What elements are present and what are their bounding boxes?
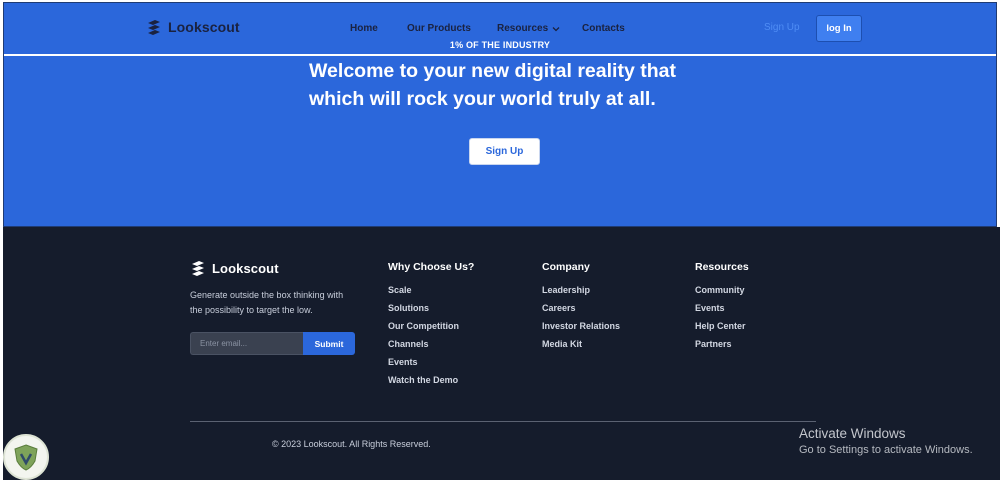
newsletter-form: Submit [190,332,355,355]
nav-our-products[interactable]: Our Products [407,23,471,34]
chevron-down-icon [552,26,560,31]
footer-column-title: Resources [695,261,749,273]
brand-logo[interactable]: Lookscout [146,19,240,35]
hero-signup-button[interactable]: Sign Up [469,138,540,165]
footer-link-events[interactable]: Events [388,357,474,375]
footer-column-why-choose-us: Why Choose Us? Scale Solutions Our Compe… [388,261,474,393]
copyright-text: © 2023 Lookscout. All Rights Reserved. [272,439,431,449]
footer-column-title: Company [542,261,590,273]
lookscout-logo-icon [192,261,204,276]
nav-resources[interactable]: Resources [497,23,560,34]
footer-link-solutions[interactable]: Solutions [388,303,474,321]
shield-badge-icon [3,434,49,480]
footer-link-help-center[interactable]: Help Center [695,321,749,339]
footer-column-company: Company Leadership Careers Investor Rela… [542,261,620,357]
footer-link-events[interactable]: Events [695,303,749,321]
footer-link-careers[interactable]: Careers [542,303,620,321]
footer-brand-logo[interactable]: Lookscout [190,260,279,276]
email-input[interactable] [190,332,303,355]
footer-link-watch-the-demo[interactable]: Watch the Demo [388,375,474,393]
hero-title: Welcome to your new digital reality that… [309,57,729,113]
footer-link-media-kit[interactable]: Media Kit [542,339,620,357]
shield-icon [14,444,38,471]
hero-title-line-2: which will rock your world truly at all. [309,88,656,110]
activate-windows-subtitle: Go to Settings to activate Windows. [799,444,973,456]
footer-link-scale[interactable]: Scale [388,285,474,303]
nav-signup-link[interactable]: Sign Up [764,22,800,33]
footer: Lookscout Generate outside the box think… [3,227,1000,480]
footer-link-partners[interactable]: Partners [695,339,749,357]
submit-button[interactable]: Submit [303,332,355,355]
footer-description-line-1: Generate outside the box thinking with [190,290,344,300]
nav-contacts[interactable]: Contacts [582,23,625,34]
activate-windows-title: Activate Windows [799,426,906,441]
nav-resources-label: Resources [497,23,549,34]
footer-description-line-2: the possibility to target the low. [190,305,313,315]
footer-column-title: Why Choose Us? [388,261,475,273]
footer-divider [190,421,816,422]
hero-title-line-1: Welcome to your new digital reality that [309,60,676,82]
footer-link-leadership[interactable]: Leadership [542,285,620,303]
login-button[interactable]: log In [816,15,862,42]
navbar: Lookscout Home Our Products Resources Co… [4,3,996,56]
footer-column-resources: Resources Community Events Help Center P… [695,261,749,357]
hero-section: Lookscout Home Our Products Resources Co… [3,2,997,227]
nav-home[interactable]: Home [350,23,378,34]
footer-link-channels[interactable]: Channels [388,339,474,357]
tagline: 1% OF THE INDUSTRY [449,40,551,50]
footer-brand-name: Lookscout [212,260,279,276]
footer-description: Generate outside the box thinking with t… [190,288,365,318]
footer-link-investor-relations[interactable]: Investor Relations [542,321,620,339]
lookscout-logo-icon [148,20,160,35]
footer-link-community[interactable]: Community [695,285,749,303]
footer-link-our-competition[interactable]: Our Competition [388,321,474,339]
brand-name: Lookscout [168,19,240,35]
